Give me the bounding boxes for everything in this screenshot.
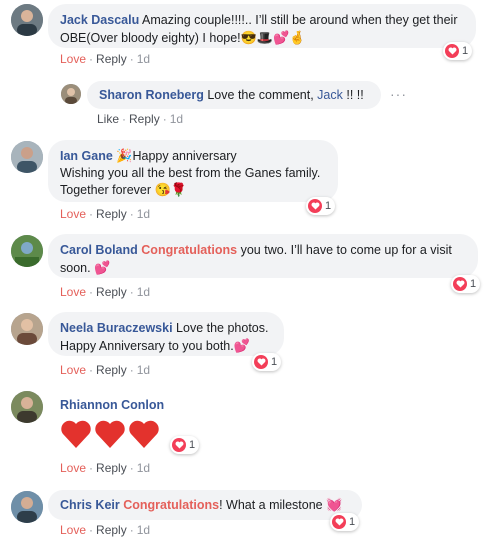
author-name[interactable]: Jack Dascalu [60,13,139,27]
timestamp[interactable]: 1d [137,285,150,299]
comment-text: Happy anniversary [132,149,237,163]
reaction-count[interactable]: 1 [330,513,360,531]
love-button[interactable]: Love [60,285,86,299]
comment-actions: Like · Reply · 1d [97,112,184,126]
comment-actions: Love · Reply · 1d [60,207,151,221]
avatar[interactable] [11,391,43,423]
author-name[interactable]: Neela Buraczewski [60,321,173,335]
timestamp[interactable]: 1d [137,461,150,475]
big-heart-icon [61,420,91,448]
like-button[interactable]: Like [97,112,119,126]
big-heart-icon [129,420,159,448]
heart-icon [172,438,186,452]
hashtag-link[interactable]: Congratulations [141,243,237,257]
hashtag-link[interactable]: Congratulations [123,498,219,512]
heart-icon [254,355,268,369]
reply-button[interactable]: Reply [96,52,127,66]
comment-text: Happy Anniversary to you both. [60,339,234,353]
love-button[interactable]: Love [60,52,86,66]
heart-emojis [60,419,160,449]
comment-actions: Love · Reply · 1d [60,461,151,475]
emoji: 🎉 [116,148,133,163]
heart-icon [332,515,346,529]
avatar[interactable] [11,141,43,173]
comment-text: ! What a milestone [219,498,323,512]
reply-button[interactable]: Reply [96,285,127,299]
love-button[interactable]: Love [60,207,86,221]
comment-bubble: Chris Keir Congratulations! What a miles… [48,490,362,520]
author-name[interactable]: Chris Keir [60,498,120,512]
reaction-count[interactable]: 1 [170,436,200,454]
timestamp[interactable]: 1d [137,523,150,537]
comment-actions: Love · Reply · 1d [60,363,151,377]
comment-text: !! !! [346,88,364,102]
avatar[interactable] [61,84,81,104]
avatar[interactable] [11,4,43,36]
big-heart-icon [95,420,125,448]
comment-actions: Love · Reply · 1d [60,52,151,66]
reply-button[interactable]: Reply [96,207,127,221]
heart-icon [445,44,459,58]
heart-icon [453,277,467,291]
timestamp[interactable]: 1d [137,52,150,66]
reply-button[interactable]: Reply [96,523,127,537]
comment-actions: Love · Reply · 1d [60,523,151,537]
avatar[interactable] [11,313,43,345]
reaction-number: 1 [470,278,477,290]
comment-actions: Love · Reply · 1d [60,285,151,299]
emoji: 💓 [326,497,343,512]
comment-bubble: Sharon Roneberg Love the comment, Jack !… [87,81,381,109]
reaction-count[interactable]: 1 [252,353,282,371]
mention-link[interactable]: Jack [317,88,343,102]
reaction-number: 1 [349,516,356,528]
author-name[interactable]: Sharon Roneberg [99,88,204,102]
comment-text: Love the comment, [207,88,314,102]
comment-bubble: Carol Boland Congratulations you two. I’… [48,234,478,278]
reply-button[interactable]: Reply [129,112,160,126]
heart-icon [308,199,322,213]
reaction-count[interactable]: 1 [306,197,336,215]
timestamp[interactable]: 1d [170,112,183,126]
comment-text: Wishing you all the best from the Ganes … [60,166,321,180]
comment-bubble: Jack Dascalu Amazing couple!!!!.. I’ll s… [48,4,476,48]
love-button[interactable]: Love [60,363,86,377]
avatar[interactable] [11,491,43,523]
reaction-number: 1 [325,200,332,212]
timestamp[interactable]: 1d [137,207,150,221]
love-button[interactable]: Love [60,461,86,475]
author-name[interactable]: Ian Gane [60,149,113,163]
author-name[interactable]: Rhiannon Conlon [60,398,164,412]
emoji: 💕 [94,260,111,275]
reply-button[interactable]: Reply [96,461,127,475]
comment-text: Together forever [60,183,152,197]
comment-text: Love the photos. [176,321,269,335]
avatar[interactable] [11,235,43,267]
emoji: 😘🌹 [154,182,187,197]
reaction-number: 1 [189,439,196,451]
comment-bubble: Ian Gane 🎉Happy anniversary Wishing you … [48,140,338,202]
more-options-icon[interactable]: ··· [390,86,407,102]
love-button[interactable]: Love [60,523,86,537]
emoji: 😎🎩💕🤞 [240,30,306,45]
emoji: 💕 [233,338,250,353]
reaction-number: 1 [462,45,469,57]
reply-button[interactable]: Reply [96,363,127,377]
timestamp[interactable]: 1d [137,363,150,377]
reaction-count[interactable]: 1 [443,42,473,60]
reaction-count[interactable]: 1 [451,275,481,293]
comment-bubble: Neela Buraczewski Love the photos. Happy… [48,312,284,356]
author-name[interactable]: Carol Boland [60,243,138,257]
reaction-number: 1 [271,356,278,368]
